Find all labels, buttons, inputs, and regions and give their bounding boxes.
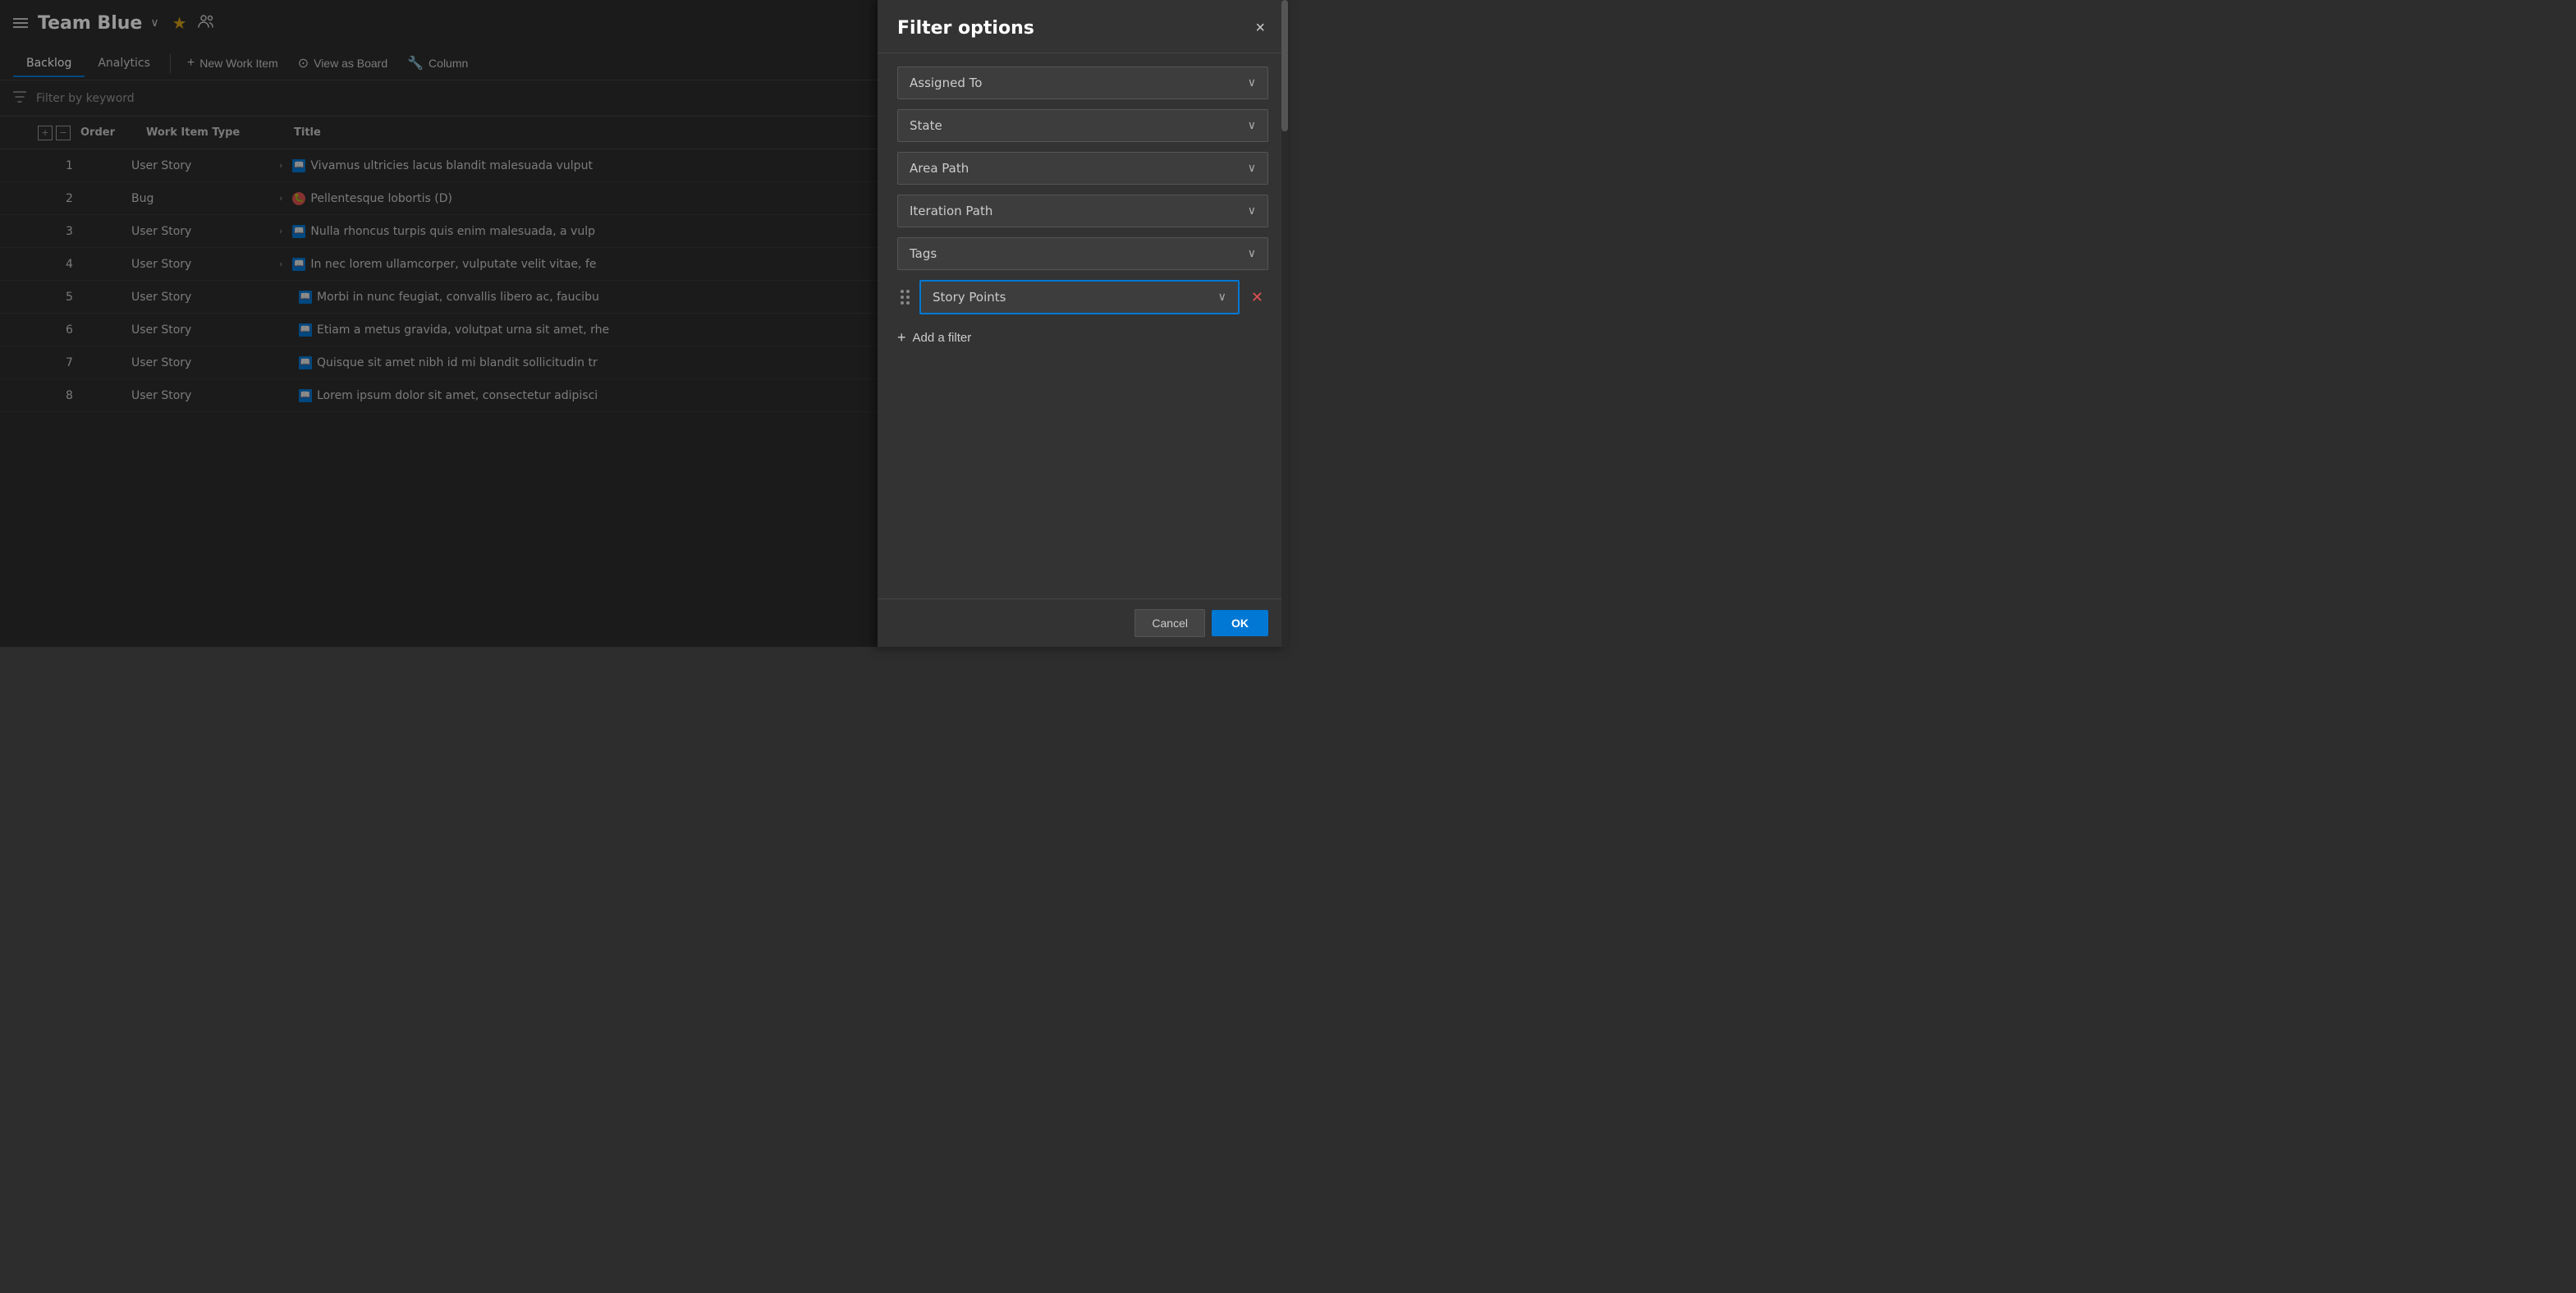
add-filter-button[interactable]: + Add a filter [897,324,1268,351]
state-chevron-icon: ∨ [1248,119,1256,132]
scrollbar-thumb[interactable] [1281,0,1288,131]
tags-dropdown[interactable]: Tags ∨ [897,237,1268,270]
remove-story-points-filter-button[interactable]: ✕ [1246,287,1268,308]
iteration-path-dropdown[interactable]: Iteration Path ∨ [897,195,1268,227]
area-path-dropdown[interactable]: Area Path ∨ [897,152,1268,185]
drag-handle[interactable] [897,287,913,308]
tags-chevron-icon: ∨ [1248,247,1256,260]
filter-options-panel: Filter options × Assigned To ∨ State ∨ A… [878,0,1288,647]
assigned-to-dropdown[interactable]: Assigned To ∨ [897,66,1268,99]
area-path-chevron-icon: ∨ [1248,162,1256,175]
story-points-filter-row: Story Points ∨ ✕ [897,280,1268,314]
state-dropdown[interactable]: State ∨ [897,109,1268,142]
close-panel-button[interactable]: × [1252,16,1268,39]
panel-footer: Cancel OK [878,598,1288,647]
cancel-button[interactable]: Cancel [1134,609,1205,637]
assigned-to-chevron-icon: ∨ [1248,76,1256,89]
panel-body: Assigned To ∨ State ∨ Area Path ∨ Iterat… [878,53,1288,598]
panel-header: Filter options × [878,0,1288,53]
add-icon: + [897,329,906,346]
story-points-dropdown[interactable]: Story Points ∨ [919,280,1240,314]
ok-button[interactable]: OK [1212,610,1268,636]
panel-scrollbar[interactable] [1281,0,1288,647]
story-points-chevron-icon: ∨ [1218,291,1226,304]
panel-title: Filter options [897,18,1034,39]
iteration-path-chevron-icon: ∨ [1248,204,1256,218]
